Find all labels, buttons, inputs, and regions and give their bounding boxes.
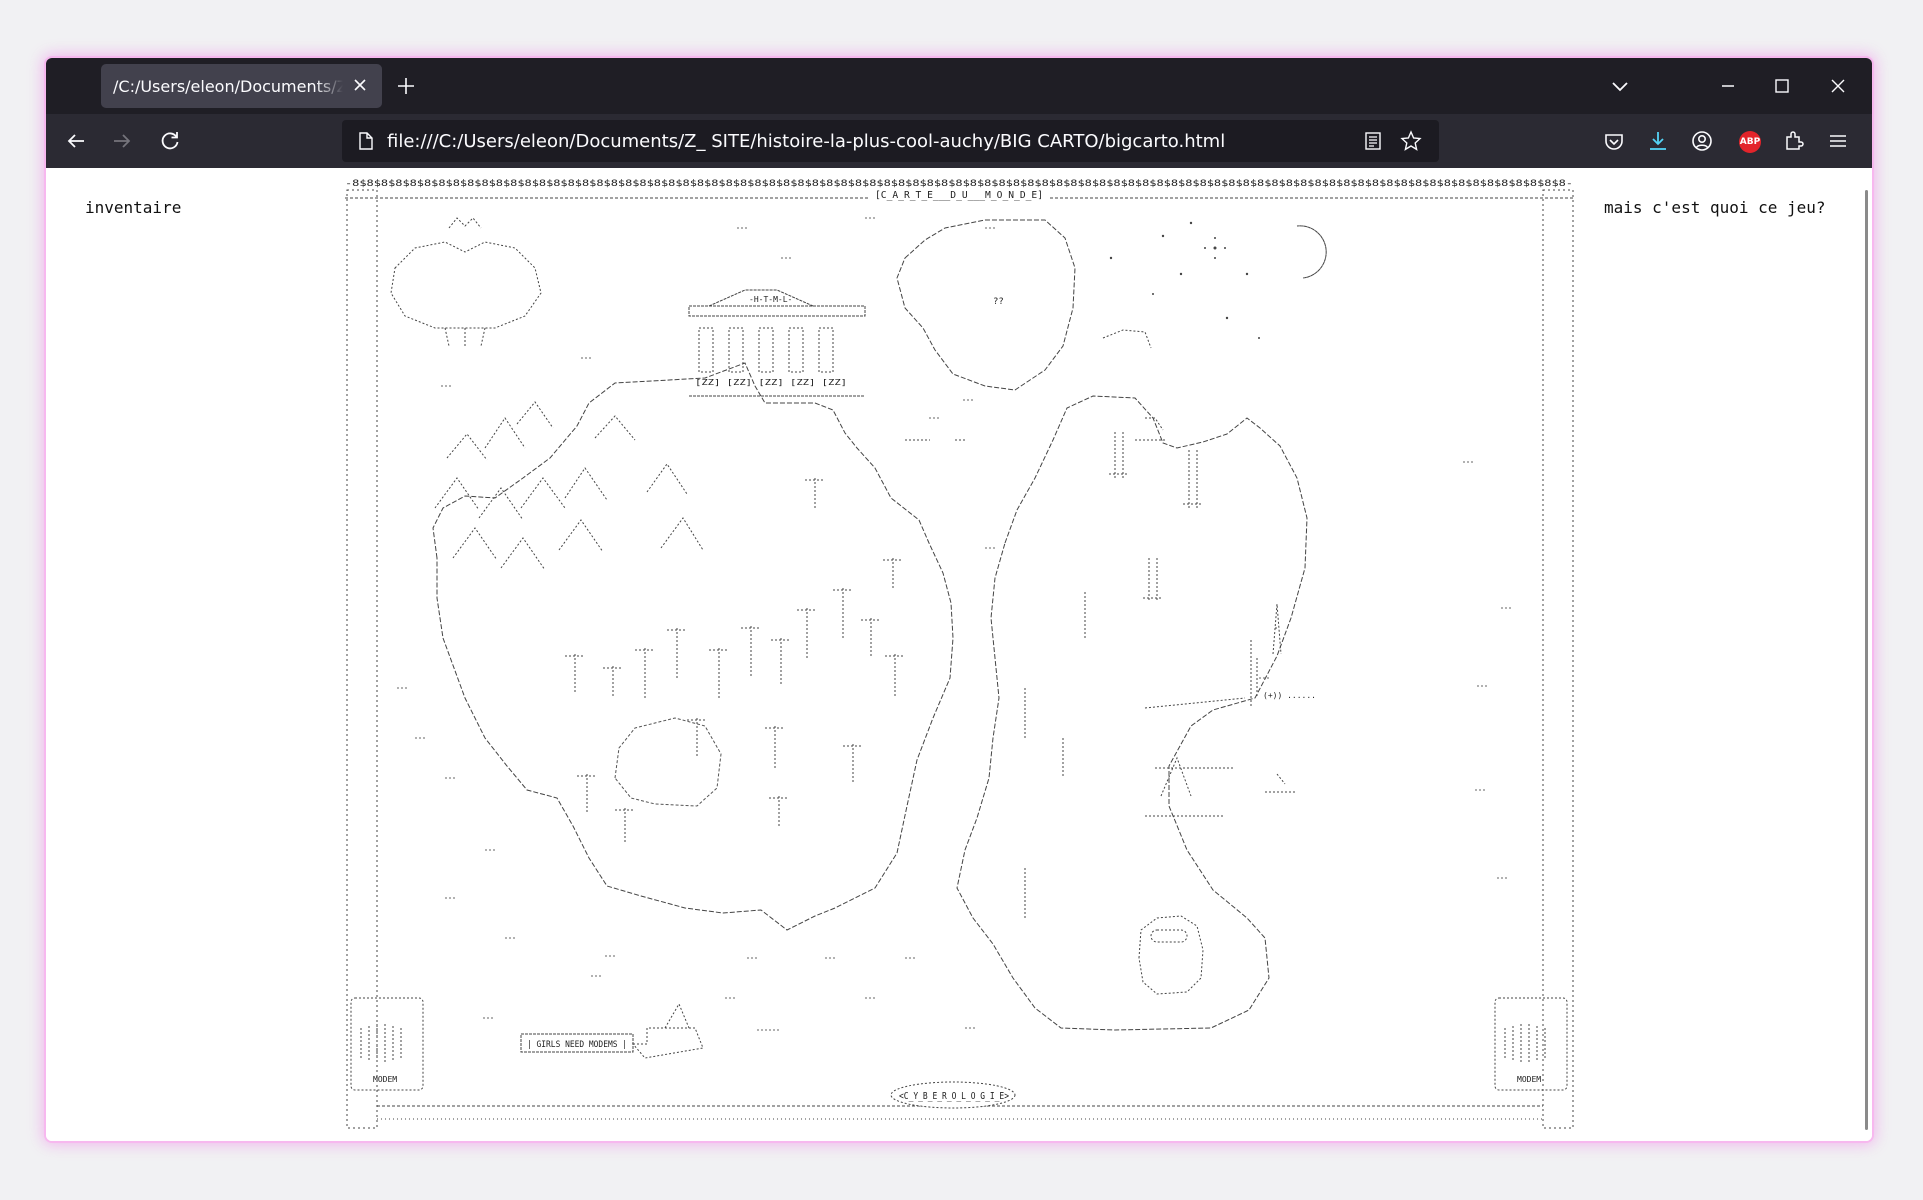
dots-label: (+)) ...... (1263, 691, 1316, 700)
cloud-island (896, 219, 1076, 391)
adblock-label: ABP (1739, 137, 1761, 147)
address-bar[interactable]: file:///C:/Users/eleon/Documents/Z_ SITE… (342, 120, 1439, 162)
new-tab-icon[interactable] (394, 74, 418, 98)
url-text[interactable]: file:///C:/Users/eleon/Documents/Z_ SITE… (387, 131, 1225, 152)
footer-title: <C_Y_B_E_R_O_L_O_G_I_E> (899, 1091, 1009, 1102)
ship (631, 1002, 704, 1059)
menu-icon[interactable] (1824, 127, 1852, 155)
ascii-world-map: -8$8$8$8$8$8$8$8$8$8$8$8$8$8$8$8$8$8$8$8… (345, 178, 1575, 1141)
pocket-icon[interactable] (1600, 127, 1628, 155)
minimize-icon[interactable] (1714, 72, 1742, 100)
navigation-toolbar: file:///C:/Users/eleon/Documents/Z_ SITE… (46, 114, 1872, 168)
small-islands (905, 329, 1246, 769)
temple-label: -H-T-M-L- (749, 295, 792, 304)
game-help-link[interactable]: mais c'est quoi ce jeu? (1604, 198, 1826, 217)
main-continent (432, 362, 954, 931)
modem-left-label: MODEM (373, 1075, 397, 1084)
extensions-icon[interactable] (1780, 127, 1808, 155)
left-border (346, 189, 378, 1129)
reader-view-icon[interactable] (1362, 130, 1384, 152)
adblock-icon[interactable]: ABP (1739, 131, 1761, 153)
dome-vault (1138, 915, 1204, 995)
towers (1024, 417, 1295, 918)
frame-top: -8$8$8$8$8$8$8$8$8$8$8$8$8$8$8$8$8$8$8$8… (345, 178, 1573, 188)
map-title: [C_A_R_T_E___D_U___M_O_N_D_E] (875, 190, 1043, 201)
browser-window: /C:/Users/eleon/Documents/Z_%20 file:///… (46, 58, 1872, 1141)
modem-right-label: MODEM (1517, 1075, 1541, 1084)
close-window-icon[interactable] (1824, 72, 1852, 100)
tab-bar: /C:/Users/eleon/Documents/Z_%20 (46, 58, 1872, 114)
girls-need-modems-sign: | GIRLS NEED MODEMS | (527, 1040, 627, 1050)
tab-bigcarto[interactable]: /C:/Users/eleon/Documents/Z_%20 (101, 64, 382, 108)
html-temple: -H-T-M-L- [ZZ] [ZZ] [ZZ] [ZZ] [ZZ] (688, 289, 866, 397)
temple-base: [ZZ] [ZZ] [ZZ] [ZZ] [ZZ] (695, 378, 847, 387)
right-border (1542, 189, 1574, 1129)
page-content: inventaire mais c'est quoi ce jeu? -8$8$… (46, 168, 1872, 1141)
map-art: -8$8$8$8$8$8$8$8$8$8$8$8$8$8$8$8$8$8$8$8… (345, 178, 1574, 1129)
mountains (434, 401, 704, 571)
question-mark: ?? (993, 297, 1004, 307)
bookmark-star-icon[interactable] (1400, 130, 1422, 152)
maximize-icon[interactable] (1768, 72, 1796, 100)
forward-icon[interactable] (108, 127, 136, 155)
inventory-link[interactable]: inventaire (85, 198, 181, 217)
star-field (1109, 221, 1260, 339)
page-icon (359, 132, 373, 150)
east-landmass (956, 395, 1308, 1031)
close-tab-icon[interactable] (350, 75, 370, 95)
back-icon[interactable] (62, 127, 90, 155)
reload-icon[interactable] (156, 127, 184, 155)
sea-waves (397, 217, 1513, 1031)
palm-trees (565, 478, 905, 842)
inner-lake (614, 717, 722, 807)
scrollbar[interactable] (1865, 190, 1868, 1130)
bat-emblem (390, 217, 542, 348)
radio-tower: (+)) ...... (1263, 603, 1316, 700)
list-tabs-icon[interactable] (1608, 74, 1632, 98)
downloads-icon[interactable] (1644, 127, 1672, 155)
account-icon[interactable] (1688, 127, 1716, 155)
tab-title: /C:/Users/eleon/Documents/Z_%20 (113, 76, 343, 96)
crescent-moon (1296, 225, 1327, 279)
